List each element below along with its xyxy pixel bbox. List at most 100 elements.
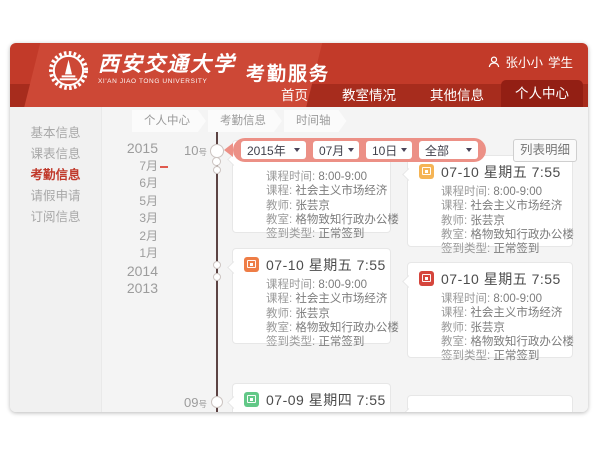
field-label: 课程: — [266, 293, 295, 305]
attendance-card[interactable]: 07-10 星期五 7:55 课程时间: 8:00-9:00 课程: 社会主义市… — [232, 248, 391, 344]
attendance-card[interactable]: 07-10 星期五 7:55 课程时间: 8:00-9:00 课程: 社会主义市… — [407, 155, 573, 247]
university-name-en: XI'AN JIAO TONG UNIVERSITY — [98, 78, 236, 85]
field-label: 教室: — [441, 336, 470, 348]
nav-item-classrooms[interactable]: 教室情况 — [325, 84, 413, 107]
user-info[interactable]: 张小小 学生 — [488, 52, 573, 71]
card-date: 07-09 星期四 7:55 — [266, 390, 386, 410]
university-seal-icon — [48, 50, 89, 91]
year-select[interactable]: 2015年 — [241, 141, 306, 159]
day-select[interactable]: 10日 — [366, 141, 412, 159]
nav-item-home[interactable]: 首页 — [264, 84, 325, 107]
field-label: 课程时间: — [441, 293, 493, 305]
card-field: 签到类型: 正常签到 — [266, 227, 382, 241]
status-icon — [244, 257, 259, 272]
field-value: 社会主义市场经济 — [295, 185, 387, 197]
sidebar-item-basic-info[interactable]: 基本信息 — [10, 123, 101, 144]
field-label: 课程时间: — [266, 279, 318, 291]
timeline-year-2013[interactable]: 2013 — [127, 280, 158, 298]
timeline-year-2015[interactable]: 2015 — [127, 140, 158, 158]
card-field: 教室: 格物致知行政办公楼 — [441, 335, 564, 349]
user-role: 学生 — [548, 52, 573, 71]
timeline-month-1[interactable]: 1月 — [139, 245, 158, 263]
card-field: 课程时间: 8:00-9:00 — [266, 170, 382, 184]
field-label: 教师: — [441, 322, 470, 334]
status-icon — [419, 271, 434, 286]
timeline-day-09: 09号 — [171, 395, 207, 410]
app-window: 西安交通大学 XI'AN JIAO TONG UNIVERSITY 考勤服务 张… — [10, 43, 588, 412]
field-label: 课程: — [441, 307, 470, 319]
field-value: 格物致知行政办公楼 — [470, 229, 574, 241]
chevron-down-icon — [348, 148, 354, 152]
chevron-down-icon — [294, 148, 300, 152]
timeline-dot — [213, 273, 221, 281]
attendance-card[interactable]: 07-10 星期五 7:55 课程时间: 8:00-9:00 课程: 社会主义市… — [407, 262, 573, 358]
timeline-month-6[interactable]: 6月 — [139, 175, 158, 193]
field-label: 签到类型: — [266, 228, 318, 240]
field-label: 教室: — [266, 214, 295, 226]
sidebar-item-leave-request[interactable]: 请假申请 — [10, 186, 101, 207]
user-icon — [488, 56, 500, 68]
card-field: 课程: 社会主义市场经济 — [441, 199, 564, 213]
field-label: 课程: — [266, 185, 295, 197]
field-label: 签到类型: — [441, 350, 493, 362]
university-name-cn: 西安交通大学 — [98, 52, 236, 76]
field-value: 正常签到 — [493, 243, 539, 255]
timeline-month-2[interactable]: 2月 — [139, 228, 158, 246]
sidebar-item-schedule-info[interactable]: 课表信息 — [10, 144, 101, 165]
timeline-dot — [212, 157, 221, 166]
card-field: 签到类型: 正常签到 — [266, 335, 382, 349]
nav-item-other-info[interactable]: 其他信息 — [413, 84, 501, 107]
timeline-dot — [211, 396, 223, 408]
timeline-month-3[interactable]: 3月 — [139, 210, 158, 228]
field-value: 格物致知行政办公楼 — [470, 336, 574, 348]
breadcrumb: 个人中心考勤信息时间轴 — [132, 110, 349, 132]
card-field: 教室: 格物致知行政办公楼 — [441, 228, 564, 242]
card-field: 教室: 格物致知行政办公楼 — [266, 321, 382, 335]
card-date: 07-10 星期五 7:55 — [266, 255, 386, 275]
breadcrumb-attendance-info[interactable]: 考勤信息 — [208, 110, 282, 132]
filter-bubble: 2015年 07月 10日 全部 — [233, 138, 486, 162]
status-icon — [419, 164, 434, 179]
field-value: 8:00-9:00 — [318, 171, 367, 183]
field-value: 张芸京 — [470, 322, 505, 334]
breadcrumb-personal-center[interactable]: 个人中心 — [132, 110, 206, 132]
field-value: 社会主义市场经济 — [470, 200, 562, 212]
timeline-year-2014[interactable]: 2014 — [127, 263, 158, 281]
field-label: 课程: — [441, 200, 470, 212]
nav-item-personal-center[interactable]: 个人中心 — [501, 80, 583, 107]
field-label: 教师: — [266, 308, 295, 320]
card-field: 课程时间: 8:00-9:00 — [266, 278, 382, 292]
month-select[interactable]: 07月 — [313, 141, 359, 159]
field-value: 社会主义市场经济 — [470, 307, 562, 319]
field-label: 教室: — [266, 322, 295, 334]
breadcrumb-timeline[interactable]: 时间轴 — [284, 110, 347, 132]
sidebar-item-attendance-info[interactable]: 考勤信息 — [10, 165, 101, 186]
category-select[interactable]: 全部 — [419, 141, 478, 159]
field-label: 签到类型: — [266, 336, 318, 348]
field-value: 张芸京 — [295, 308, 330, 320]
attendance-card[interactable]: 07-09 星期四 7:55 — [232, 383, 391, 412]
field-value: 正常签到 — [318, 336, 364, 348]
timeline-month-5[interactable]: 5月 — [139, 193, 158, 211]
card-field: 教室: 格物致知行政办公楼 — [266, 213, 382, 227]
timeline-month-7[interactable]: 7月 — [139, 158, 158, 176]
field-value: 格物致知行政办公楼 — [295, 322, 399, 334]
sidebar: 基本信息课表信息考勤信息请假申请订阅信息 — [10, 107, 102, 412]
card-field: 签到类型: 正常签到 — [441, 242, 564, 256]
attendance-card[interactable] — [407, 395, 573, 412]
status-icon — [244, 392, 259, 407]
field-value: 格物致知行政办公楼 — [295, 214, 399, 226]
card-field: 课程: 社会主义市场经济 — [266, 184, 382, 198]
field-value: 正常签到 — [318, 228, 364, 240]
field-value: 正常签到 — [493, 350, 539, 362]
field-value: 8:00-9:00 — [493, 293, 542, 305]
sidebar-item-subscription-info[interactable]: 订阅信息 — [10, 207, 101, 228]
list-detail-button[interactable]: 列表明细 — [513, 139, 577, 162]
field-label: 教师: — [266, 200, 295, 212]
card-field: 教师: 张芸京 — [266, 307, 382, 321]
field-label: 课程时间: — [266, 171, 318, 183]
chevron-down-icon — [466, 148, 472, 152]
timeline-scale: 20157月6月5月3月2月1月20142013 — [103, 140, 158, 298]
current-month-marker — [160, 166, 168, 168]
field-label: 教室: — [441, 229, 470, 241]
